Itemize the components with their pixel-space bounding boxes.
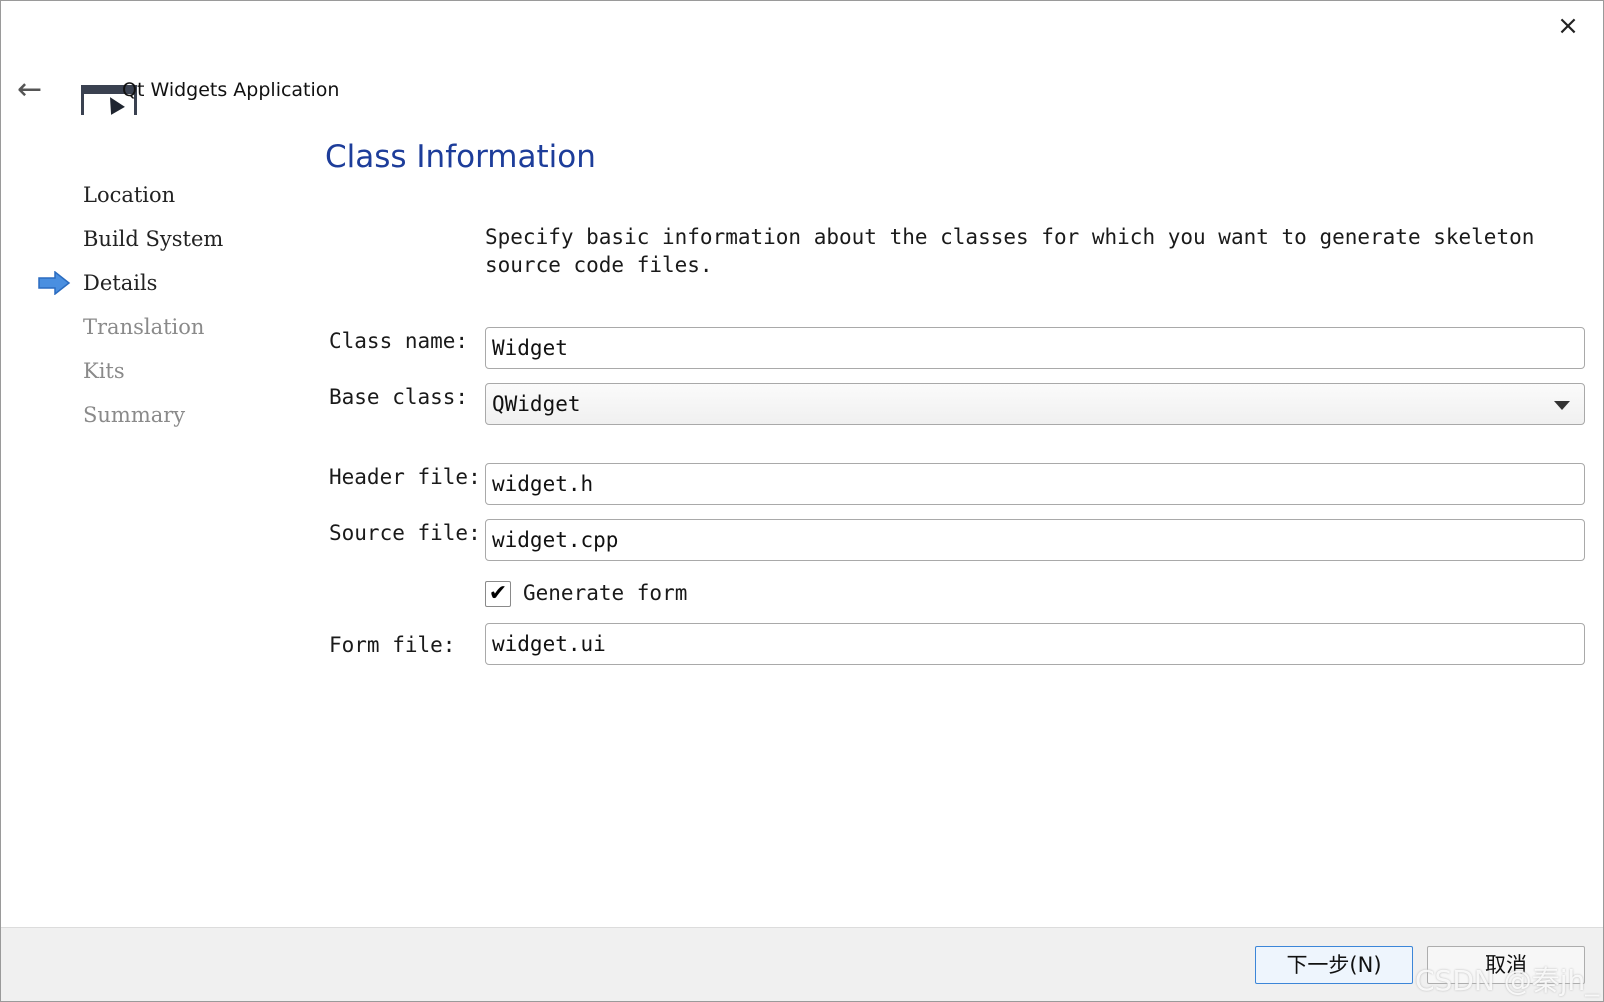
generate-form-checkbox[interactable]: ✔ <box>485 581 511 607</box>
step-label: Kits <box>83 359 125 383</box>
step-label: Location <box>83 183 176 207</box>
wizard-steps-list: Location Build System Details Translatio… <box>1 173 301 437</box>
step-translation: Translation <box>1 305 301 349</box>
header-file-label: Header file: <box>329 465 481 489</box>
step-build-system: Build System <box>1 217 301 261</box>
step-label: Build System <box>83 227 224 251</box>
back-arrow-icon[interactable]: ← <box>17 75 51 109</box>
next-button[interactable]: 下一步(N) <box>1255 946 1413 984</box>
base-class-value: QWidget <box>492 392 581 416</box>
chevron-down-icon <box>1554 401 1570 410</box>
form-file-input[interactable]: widget.ui <box>485 623 1585 665</box>
source-file-input[interactable]: widget.cpp <box>485 519 1585 561</box>
dialog-footer: 下一步(N) 取消 <box>1 927 1603 1001</box>
base-class-label: Base class: <box>329 385 469 409</box>
step-label: Summary <box>83 403 186 427</box>
current-step-arrow-icon <box>38 271 71 295</box>
close-icon[interactable]: × <box>1553 11 1583 41</box>
step-label: Details <box>83 271 158 295</box>
step-details: Details <box>1 261 301 305</box>
page-description: Specify basic information about the clas… <box>485 225 1535 277</box>
step-label: Translation <box>83 315 205 339</box>
step-summary: Summary <box>1 393 301 437</box>
class-name-input[interactable]: Widget <box>485 327 1585 369</box>
page-title: Class Information <box>325 139 596 175</box>
wizard-title: Qt Widgets Application <box>122 79 340 101</box>
header-file-input[interactable]: widget.h <box>485 463 1585 505</box>
watermark: CSDN @秦jh_ <box>1415 964 1600 997</box>
step-kits: Kits <box>1 349 301 393</box>
form-file-label: Form file: <box>329 633 456 657</box>
class-name-label: Class name: <box>329 329 469 353</box>
step-location: Location <box>1 173 301 217</box>
wizard-window: × ← Qt Widgets Application Location Buil… <box>0 0 1604 1002</box>
generate-form-label[interactable]: Generate form <box>523 581 687 605</box>
source-file-label: Source file: <box>329 521 481 545</box>
base-class-dropdown[interactable]: QWidget <box>485 383 1585 425</box>
